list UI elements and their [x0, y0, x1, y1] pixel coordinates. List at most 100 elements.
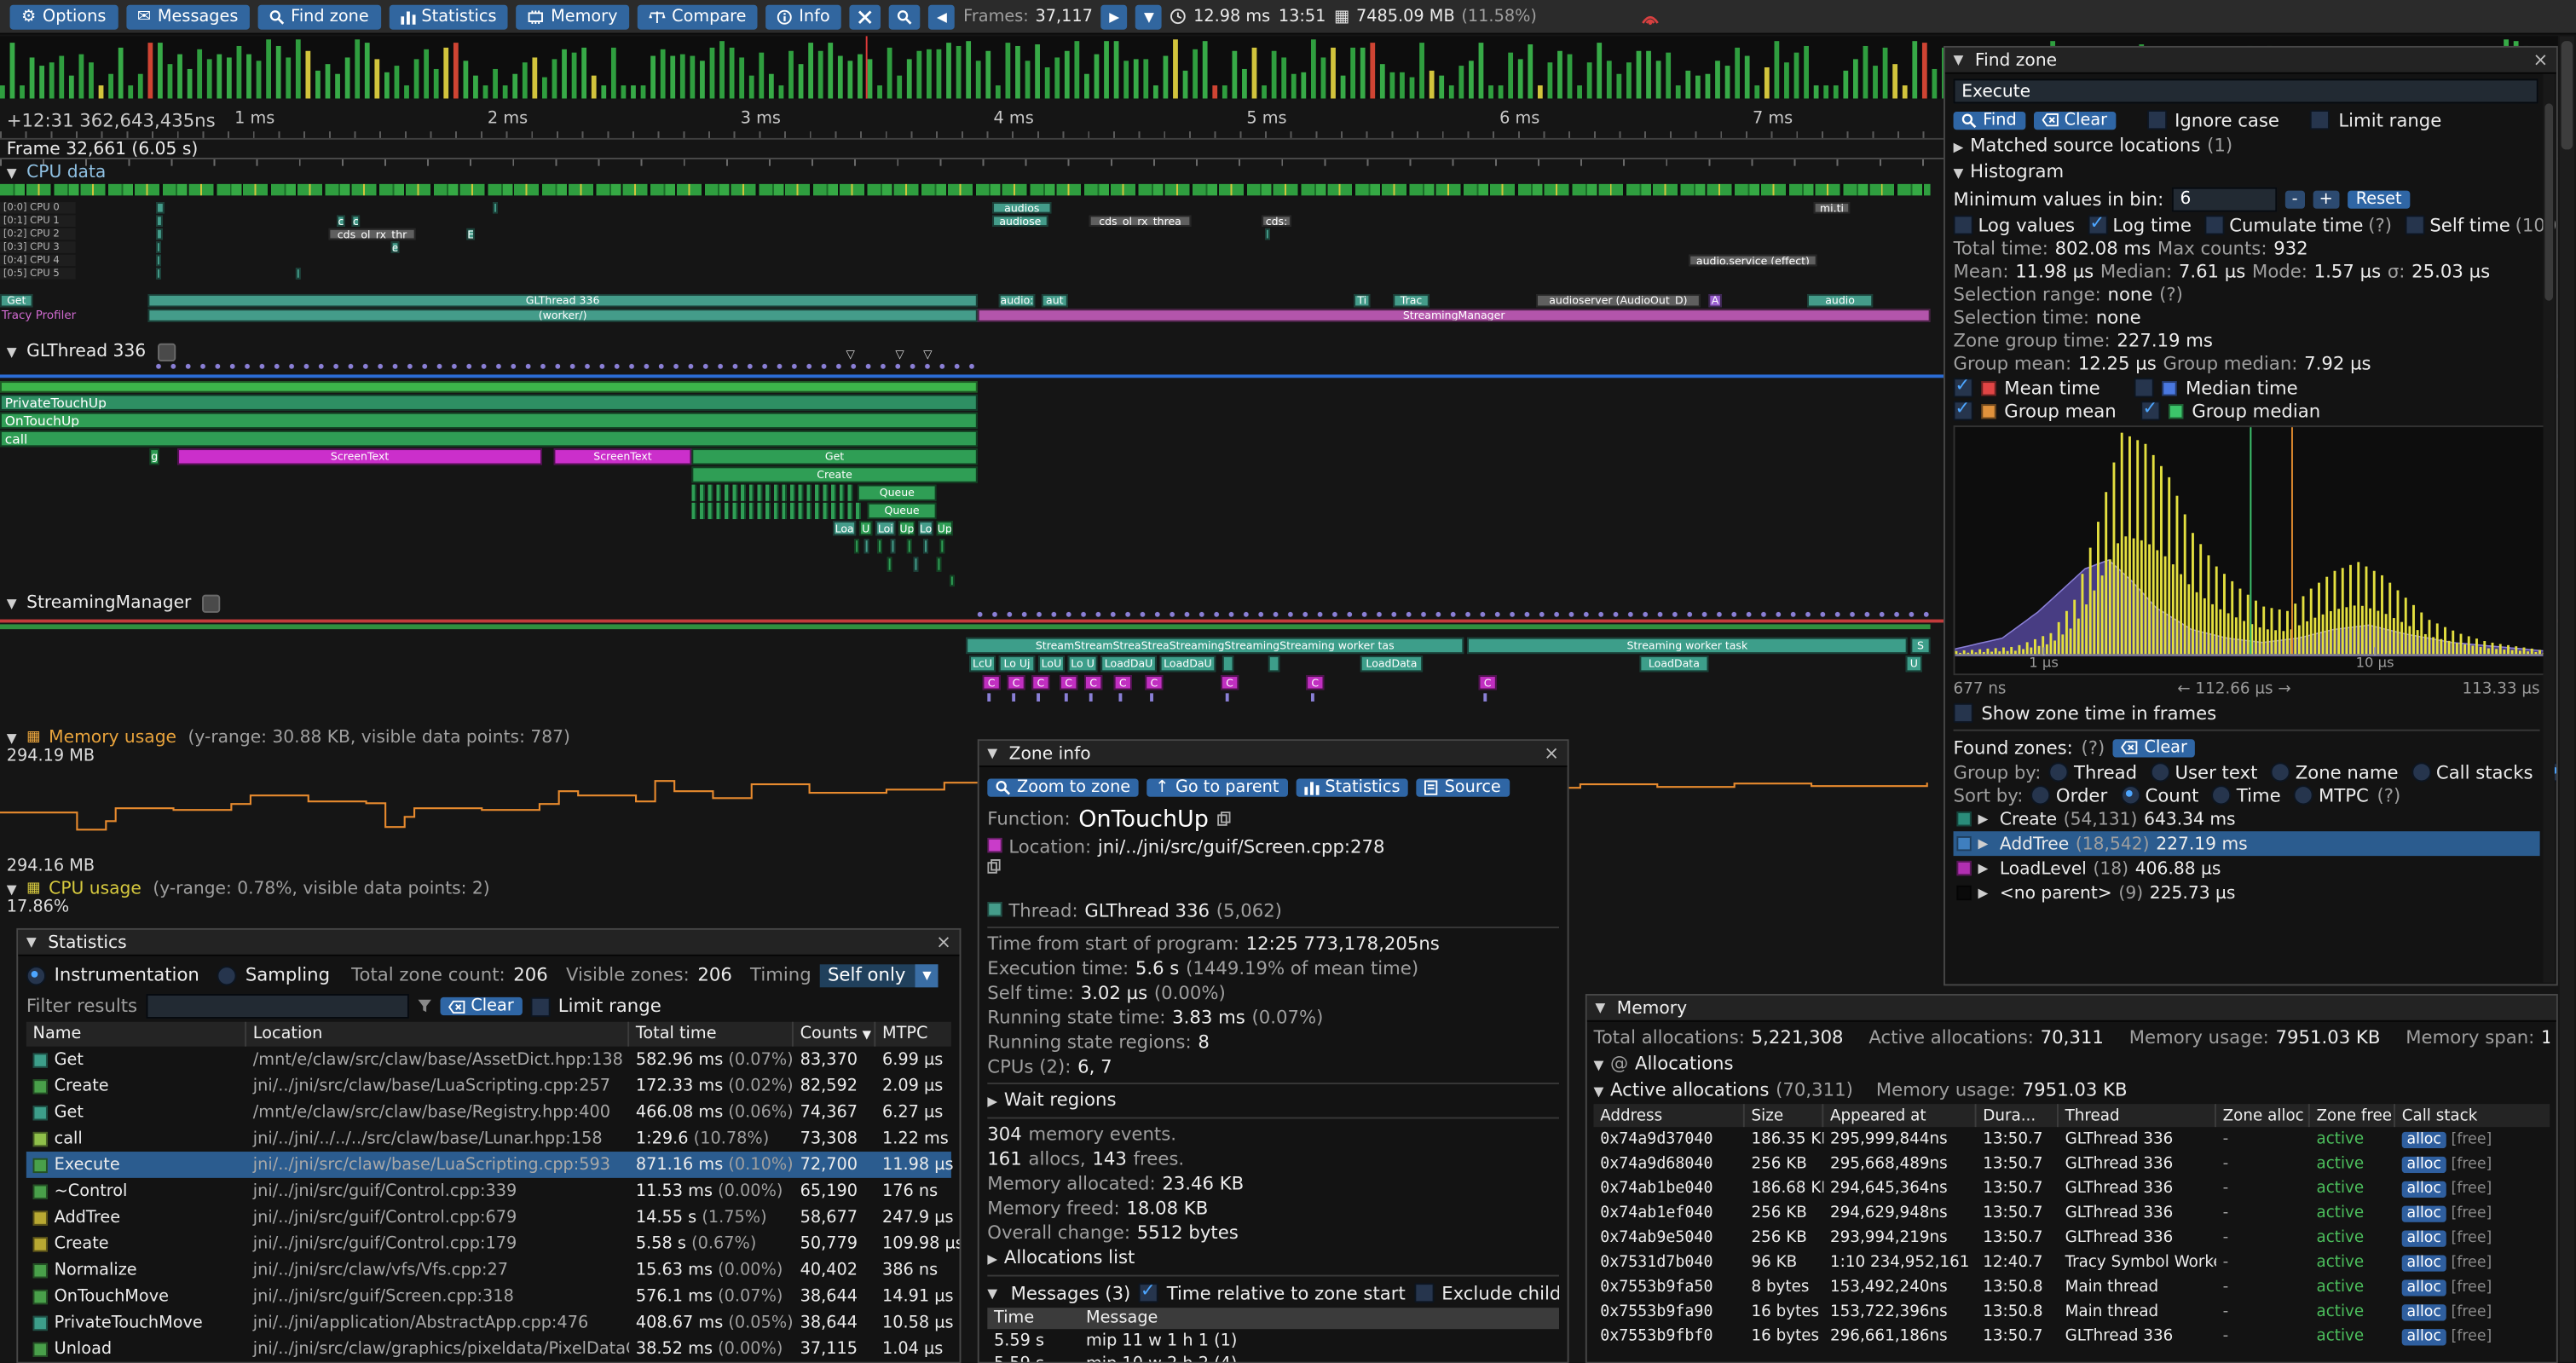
- cpu-zone-segment[interactable]: [156, 268, 161, 279]
- zone-segment[interactable]: LoadData: [1360, 656, 1423, 672]
- alloc-callstack-button[interactable]: alloc: [2402, 1132, 2446, 1148]
- cpu-zone-segment[interactable]: (worker/): [147, 309, 977, 321]
- zone-segment[interactable]: S: [1910, 638, 1930, 654]
- col-name[interactable]: Name: [26, 1022, 246, 1047]
- found-zone-group[interactable]: ▶ <no parent> (9) 225.73 µs: [1954, 881, 2540, 905]
- cpu-zone-segment[interactable]: Get: [0, 294, 33, 307]
- statistics-row[interactable]: AddTree jni/../jni/src/guif/Control.cpp:…: [26, 1204, 951, 1231]
- allocation-row[interactable]: 0x7553b9fa90 16 bytes 153,722,396ns 13:5…: [1593, 1299, 2550, 1324]
- find-zone-titlebar[interactable]: ▼Find zone×: [1945, 48, 2556, 74]
- sort-by-option[interactable]: Time: [2212, 784, 2281, 806]
- allocation-row[interactable]: 0x74a9d68040 256 KB 295,668,489ns 13:50.…: [1593, 1152, 2550, 1176]
- instrumentation-radio[interactable]: [26, 965, 46, 985]
- allocation-row[interactable]: 0x7553b9fa50 8 bytes 153,492,240ns 13:50…: [1593, 1275, 2550, 1300]
- clear-filter-button[interactable]: Clear: [440, 997, 523, 1015]
- statistics-row[interactable]: call jni/../jni/../../../src/claw/base/L…: [26, 1125, 951, 1152]
- found-zone-group[interactable]: ▶ LoadLevel (18) 406.88 µs: [1954, 856, 2540, 881]
- zone-segment[interactable]: [1268, 656, 1279, 672]
- cpu-zone-segment[interactable]: cds:: [1262, 215, 1291, 226]
- zone-segment[interactable]: C: [1060, 675, 1077, 690]
- zoom-to-zone-button[interactable]: Zoom to zone: [987, 778, 1138, 796]
- cpu-zone-segment[interactable]: audio: [1807, 294, 1873, 307]
- zone-segment[interactable]: LoadData: [1639, 656, 1708, 672]
- limit-range-checkbox[interactable]: [530, 996, 550, 1016]
- messages-button[interactable]: ✉Messages: [126, 4, 250, 29]
- zone-segment[interactable]: [907, 539, 912, 553]
- zone-segment[interactable]: Loa: [833, 521, 856, 535]
- zone-segment[interactable]: Loi: [875, 521, 895, 535]
- cpu-zone-segment[interactable]: aut: [1042, 294, 1068, 307]
- col-appeared-at[interactable]: Appeared at: [1823, 1104, 1976, 1127]
- limit-range-checkbox[interactable]: [2311, 110, 2331, 130]
- statistics-row[interactable]: ~Control jni/../jni/src/guif/Control.cpp…: [26, 1178, 951, 1204]
- zone-time-histogram[interactable]: 1 µs 10 µs: [1954, 425, 2549, 675]
- zone-segment[interactable]: ScreenText: [177, 448, 542, 465]
- zoom-tool-button[interactable]: [889, 4, 921, 29]
- statistics-row[interactable]: OnTouchMove jni/../jni/src/guif/Screen.c…: [26, 1283, 951, 1309]
- cpu-zone-segment[interactable]: cds_ol_rx_threa: [1089, 215, 1191, 226]
- compare-button[interactable]: Compare: [638, 4, 758, 29]
- cpu-zone-segment[interactable]: cds_ol_rx_thr: [328, 228, 415, 240]
- zone-segment[interactable]: Create: [691, 466, 977, 482]
- sort-by-option[interactable]: Order: [2031, 784, 2107, 806]
- histogram-collapser[interactable]: ▼Histogram: [1954, 159, 2540, 186]
- allocation-row[interactable]: 0x74ab9e5040 256 KB 293,994,219ns 13:50.…: [1593, 1226, 2550, 1250]
- found-zone-group[interactable]: ▶ Create (54,131) 643.34 ms: [1954, 806, 2540, 831]
- group-by-option[interactable]: Call stacks: [2411, 761, 2533, 783]
- cpu-data-header[interactable]: ▼CPU data: [7, 163, 107, 182]
- clear-button[interactable]: Clear: [2033, 111, 2116, 129]
- group-by-option[interactable]: Zone name: [2271, 761, 2399, 783]
- exclude-children-checkbox[interactable]: [1413, 1283, 1433, 1302]
- zone-statistics-button[interactable]: Statistics: [1296, 778, 1408, 796]
- log-values-checkbox[interactable]: [1954, 215, 1973, 234]
- cpu-zone-segment[interactable]: audio:: [999, 294, 1035, 307]
- statistics-row[interactable]: Normalize jni/../jni/src/claw/vfs/Vfs.cp…: [26, 1256, 951, 1283]
- zone-segment[interactable]: Streaming worker task: [1467, 638, 1908, 654]
- show-zone-time-checkbox[interactable]: [1954, 703, 1973, 723]
- zone-segment[interactable]: Up: [898, 521, 915, 535]
- timing-combo[interactable]: Self only▼: [819, 963, 939, 986]
- go-to-parent-button[interactable]: ↑Go to parent: [1146, 778, 1287, 796]
- alloc-callstack-button[interactable]: alloc: [2402, 1206, 2446, 1222]
- cpu-zone-segment[interactable]: c: [337, 215, 345, 226]
- zone-segment[interactable]: [1222, 656, 1233, 672]
- sampling-radio[interactable]: [217, 965, 237, 985]
- zone-segment[interactable]: U: [1906, 656, 1922, 672]
- col-counts[interactable]: Counts▼: [794, 1022, 875, 1047]
- zone-segment[interactable]: Lo: [918, 521, 933, 535]
- allocation-row[interactable]: 0x74ab1ef040 256 KB 294,629,948ns 13:50.…: [1593, 1201, 2550, 1226]
- log-time-checkbox[interactable]: [2088, 215, 2107, 234]
- col-zone-alloc[interactable]: Zone alloc: [2216, 1104, 2310, 1127]
- group-mean-checkbox[interactable]: [1954, 401, 1973, 420]
- cpu-zone-segment[interactable]: E: [466, 228, 475, 240]
- main-scrollbar[interactable]: [2560, 36, 2574, 1361]
- col-duration[interactable]: Dura...: [1977, 1104, 2059, 1127]
- min-bin-decrease-button[interactable]: -: [2285, 190, 2304, 208]
- zone-segment[interactable]: Up: [937, 521, 953, 535]
- messages-collapser[interactable]: Messages (3): [1011, 1282, 1131, 1303]
- statistics-row[interactable]: Get /mnt/e/claw/src/claw/base/AssetDict.…: [26, 1047, 951, 1073]
- zone-segment[interactable]: LoadDaU: [1100, 656, 1157, 672]
- ignore-case-checkbox[interactable]: [2146, 110, 2166, 130]
- col-location[interactable]: Location: [246, 1022, 629, 1047]
- zone-segment[interactable]: [950, 575, 955, 586]
- min-bin-increase-button[interactable]: +: [2313, 190, 2340, 208]
- alloc-callstack-button[interactable]: alloc: [2402, 1255, 2446, 1271]
- cpu-zone-segment[interactable]: GLThread 336: [147, 294, 977, 307]
- copy-icon[interactable]: [987, 859, 1559, 874]
- statistics-button[interactable]: Statistics: [389, 4, 508, 29]
- zone-segment[interactable]: Get: [691, 448, 977, 465]
- zone-segment[interactable]: [939, 539, 944, 553]
- zone-segment[interactable]: LoU: [1038, 656, 1065, 672]
- cpu-zone-segment[interactable]: audio.service (effect): [1689, 255, 1816, 266]
- close-icon[interactable]: ×: [1544, 744, 1559, 762]
- cpu-zone-segment[interactable]: audiose: [992, 215, 1048, 226]
- col-total-time[interactable]: Total time: [629, 1022, 794, 1047]
- zone-segment[interactable]: Queue: [858, 485, 937, 501]
- cpu-zone-segment[interactable]: [1265, 228, 1270, 240]
- cpu-zone-segment[interactable]: [156, 215, 163, 226]
- cumulate-time-checkbox[interactable]: [2204, 215, 2224, 234]
- alloc-callstack-button[interactable]: alloc: [2402, 1231, 2446, 1247]
- find-button[interactable]: Find: [1954, 111, 2025, 129]
- min-bin-input[interactable]: [2172, 187, 2277, 211]
